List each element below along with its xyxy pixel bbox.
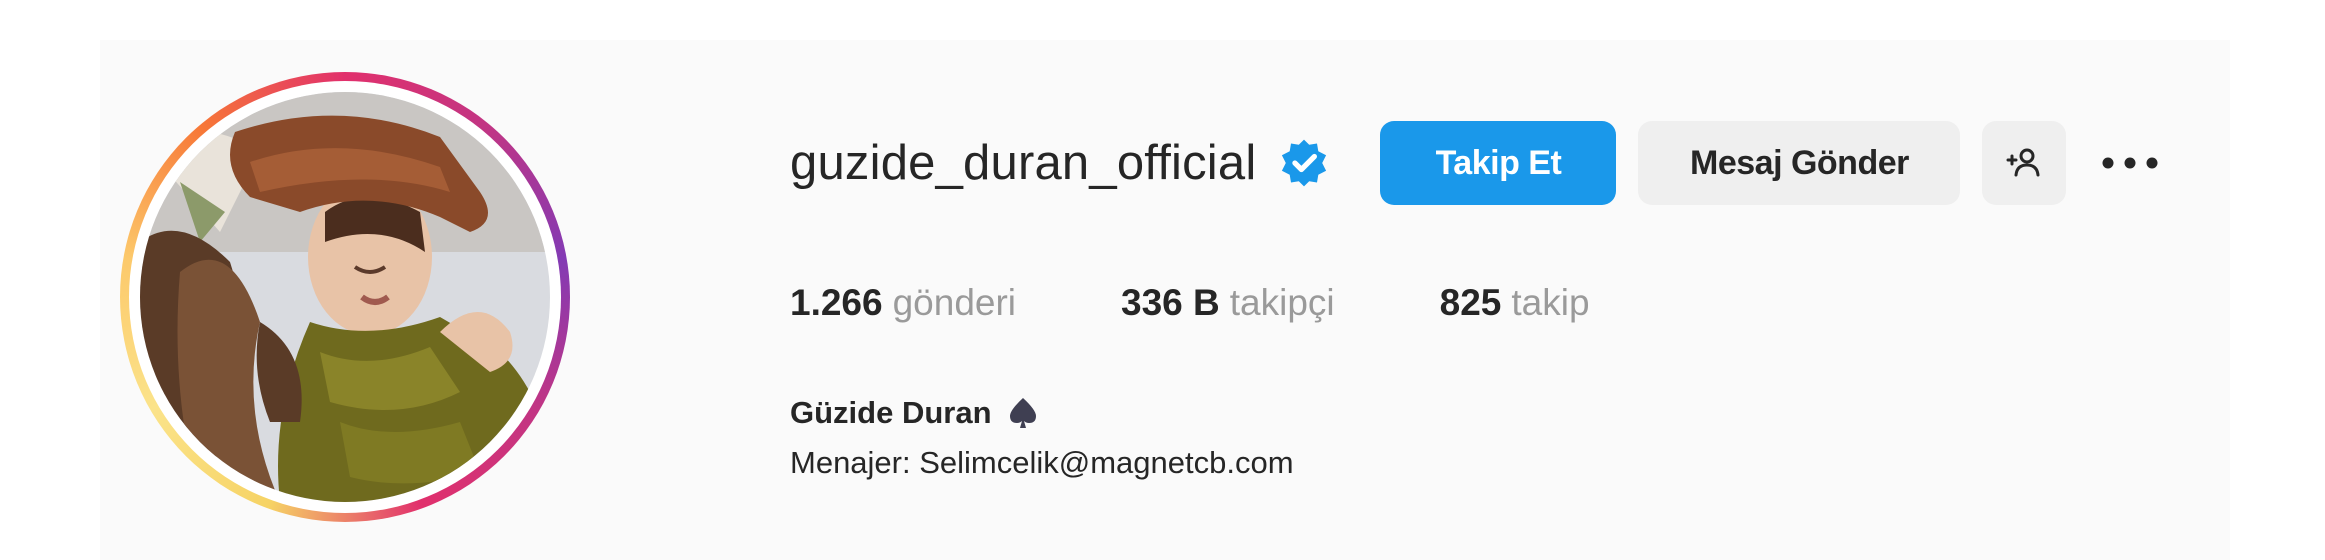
display-name: Güzide Duran bbox=[790, 395, 1040, 431]
stat-value: 336 B bbox=[1121, 282, 1220, 323]
profile-header: guzide_duran_official Takip Et Mesaj Gön… bbox=[790, 118, 2172, 208]
display-name-text: Güzide Duran bbox=[790, 395, 992, 430]
more-options-button[interactable] bbox=[2088, 121, 2172, 205]
follow-button[interactable]: Takip Et bbox=[1380, 121, 1617, 205]
username: guzide_duran_official bbox=[790, 136, 1257, 190]
avatar-image bbox=[140, 92, 550, 502]
stat-label: takipçi bbox=[1229, 282, 1335, 323]
bio-text: Menajer: Selimcelik@magnetcb.com bbox=[790, 445, 1294, 480]
stat-label: gönderi bbox=[892, 282, 1017, 323]
stat-value: 1.266 bbox=[790, 282, 883, 323]
following-count[interactable]: 825 takip bbox=[1440, 282, 1590, 324]
profile-stats: 1.266 gönderi 336 Btakipçi 825 takip bbox=[790, 282, 1695, 324]
spade-icon bbox=[1009, 398, 1036, 428]
stat-value: 825 bbox=[1439, 282, 1502, 323]
suggested-users-button[interactable] bbox=[1982, 121, 2067, 205]
posts-count[interactable]: 1.266 gönderi bbox=[790, 282, 1016, 324]
followers-count[interactable]: 336 Btakipçi bbox=[1121, 282, 1335, 324]
profile-avatar[interactable] bbox=[120, 72, 570, 522]
stat-label: takip bbox=[1511, 282, 1590, 323]
ellipsis-icon bbox=[2102, 157, 2158, 169]
message-button[interactable]: Mesaj Gönder bbox=[1638, 121, 1961, 205]
person-plus-icon bbox=[2006, 148, 2040, 177]
verified-badge-icon bbox=[1282, 139, 1327, 187]
avatar-photo bbox=[140, 92, 550, 502]
